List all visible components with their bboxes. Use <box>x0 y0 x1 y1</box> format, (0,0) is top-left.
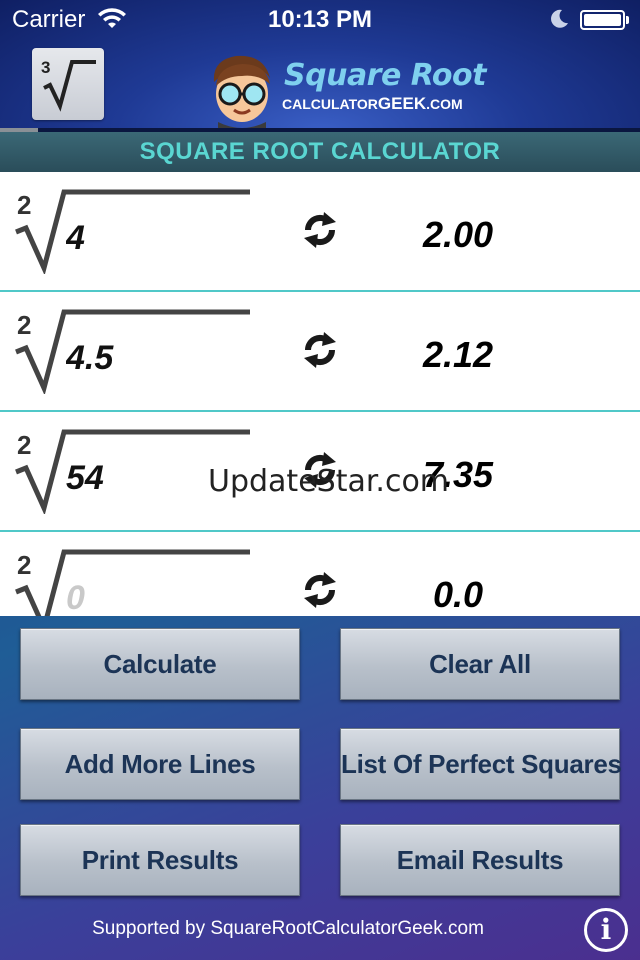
result-value: 2.12 <box>422 334 494 375</box>
calculation-rows: 22.0022.1227.3520.0 <box>0 172 640 616</box>
add-more-lines-button[interactable]: Add More Lines <box>20 728 300 800</box>
clock: 10:13 PM <box>267 6 373 33</box>
battery-level <box>584 14 621 26</box>
logo-title: Square Root <box>284 58 486 93</box>
email-results-button[interactable]: Email Results <box>340 824 620 896</box>
footer-text: Supported by SquareRootCalculatorGeek.co… <box>92 918 484 939</box>
status-bar: Carrier 10:13 PM <box>0 0 640 40</box>
root-index: 2 <box>17 190 32 220</box>
section-title: SQUARE ROOT CALCULATOR <box>0 132 640 172</box>
moon-icon <box>551 9 568 28</box>
calculation-row: 22.00 <box>0 172 640 292</box>
result-value: 2.00 <box>422 214 494 255</box>
list-perfect-squares-button[interactable]: List Of Perfect Squares <box>340 728 622 800</box>
app-logo: Square Root CALCULATORGEEK.COM <box>206 52 486 128</box>
cube-root-icon <box>43 60 96 112</box>
clear-all-button[interactable]: Clear All <box>340 628 620 700</box>
result-value: 0.0 <box>432 574 484 615</box>
root-index: 2 <box>17 310 32 340</box>
radicand-input[interactable] <box>66 576 246 616</box>
geek-mascot-icon <box>213 55 270 128</box>
battery-icon <box>580 10 630 32</box>
refresh-icon[interactable] <box>300 330 340 370</box>
watermark-text: UpdateStar.com <box>208 464 450 499</box>
calculation-row: 22.12 <box>0 292 640 412</box>
info-button[interactable]: i <box>584 908 628 952</box>
radicand-input[interactable] <box>66 336 246 380</box>
cube-root-button[interactable]: 3 <box>32 48 104 120</box>
calculate-button[interactable]: Calculate <box>20 628 300 700</box>
header: Carrier 10:13 PM 3 Square Root CALCULATO… <box>0 0 640 132</box>
refresh-icon[interactable] <box>300 570 340 610</box>
print-results-button[interactable]: Print Results <box>20 824 300 896</box>
calculation-row: 20.0 <box>0 532 640 616</box>
radicand-input[interactable] <box>66 216 246 260</box>
root-index: 2 <box>17 550 32 580</box>
root-index: 2 <box>17 430 32 460</box>
logo-subtitle: CALCULATORGEEK.COM <box>282 94 463 113</box>
refresh-icon[interactable] <box>300 210 340 250</box>
